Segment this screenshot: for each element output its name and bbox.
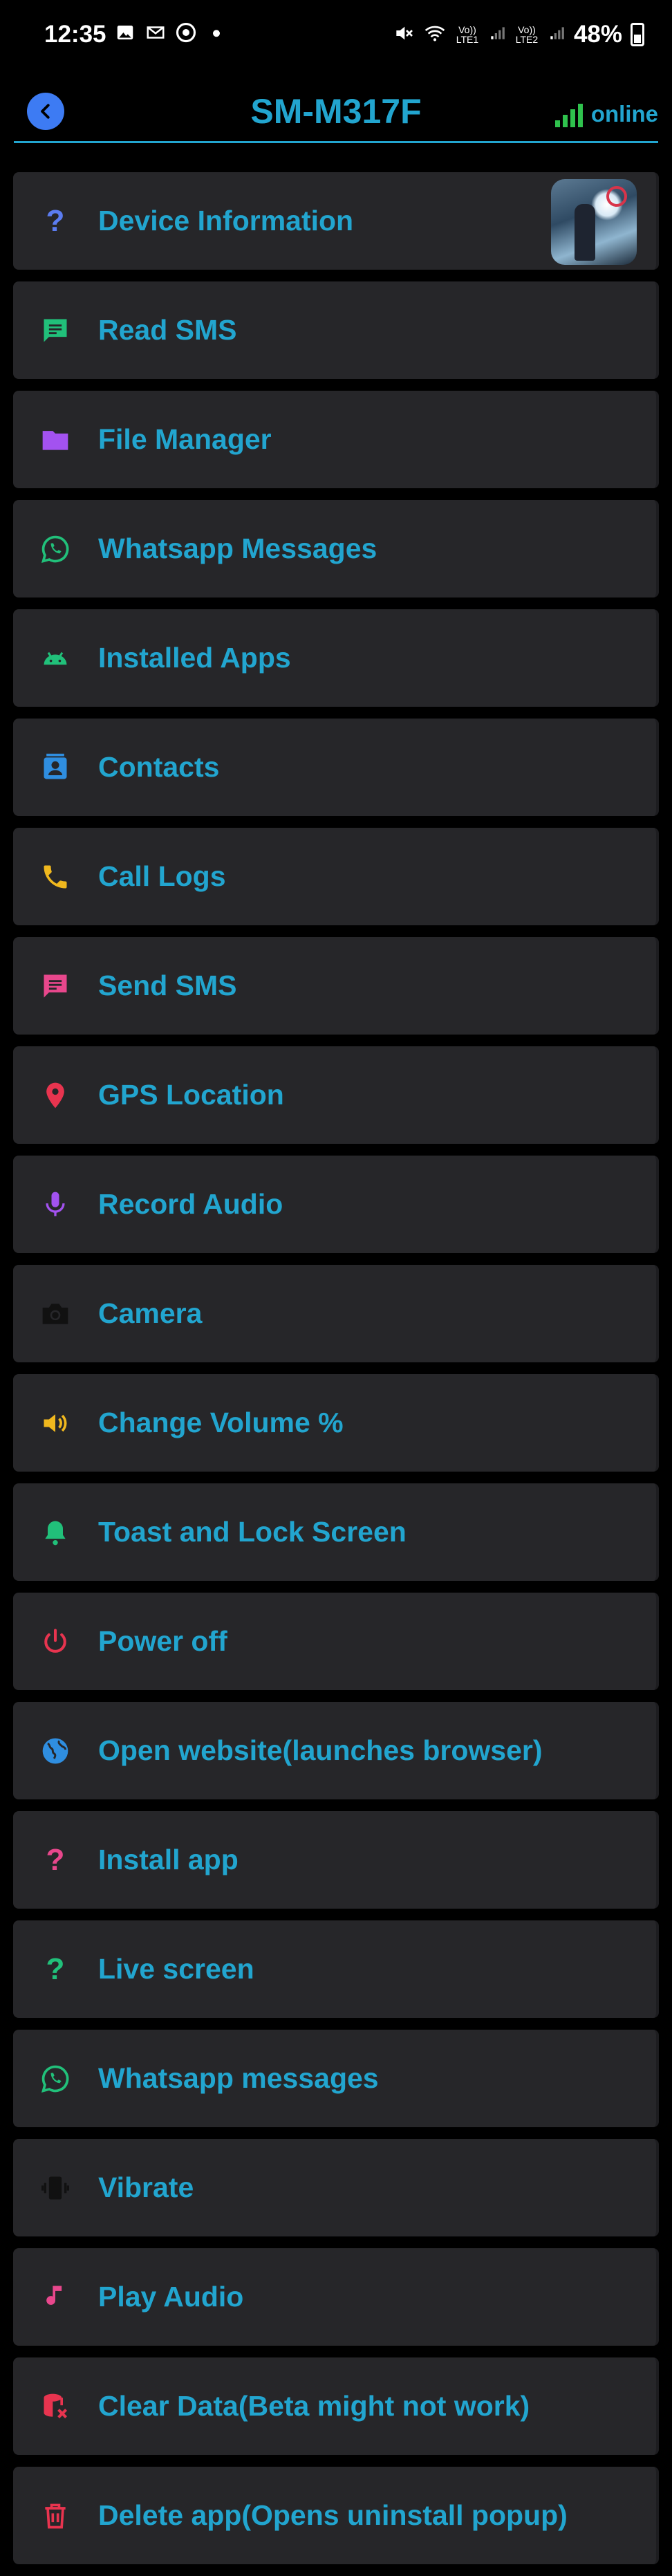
question-icon: ? xyxy=(46,203,65,238)
menu-item-gps-location[interactable]: GPS Location xyxy=(13,1046,659,1144)
menu-item-label: Camera xyxy=(98,1297,203,1329)
menu-item-label: File Manager xyxy=(98,423,272,455)
menu-item-label: Toast and Lock Screen xyxy=(98,1516,407,1548)
menu-item-label: Record Audio xyxy=(98,1188,283,1220)
chrome-icon xyxy=(176,22,196,43)
menu-item-label: Call Logs xyxy=(98,860,226,892)
chat-icon xyxy=(38,969,73,1003)
status-bar: 12:35 Vo)) LTE1 Vo)) LTE2 48% xyxy=(0,0,672,72)
menu-item-label: Delete app(Opens uninstall popup) xyxy=(98,2499,568,2531)
signal-sim1-icon xyxy=(488,23,506,47)
menu-item-label: Change Volume % xyxy=(98,1407,344,1438)
globe-icon xyxy=(38,1734,73,1768)
menu-item-label: Vibrate xyxy=(98,2171,194,2203)
menu-item-label: Contacts xyxy=(98,751,220,783)
header-divider xyxy=(14,141,658,143)
menu-item-label: Live screen xyxy=(98,1953,254,1985)
status-time: 12:35 xyxy=(44,21,106,48)
database-remove-icon xyxy=(38,2389,73,2424)
menu-item-label: Whatsapp messages xyxy=(98,2062,379,2094)
menu-item-label: Open website(launches browser) xyxy=(98,1734,543,1766)
menu-item-label: Whatsapp Messages xyxy=(98,532,377,564)
menu-item-whatsapp-messages[interactable]: Whatsapp Messages xyxy=(13,500,659,597)
android-icon xyxy=(38,641,73,676)
menu-item-change-volume[interactable]: Change Volume % xyxy=(13,1374,659,1472)
app-header: SM-M317F online xyxy=(0,72,672,145)
location-pin-icon xyxy=(38,1078,73,1113)
vibrate-icon xyxy=(38,2171,73,2205)
gmail-icon xyxy=(145,22,166,43)
connection-status: online xyxy=(554,101,658,127)
menu-item-play-audio[interactable]: Play Audio xyxy=(13,2248,659,2346)
menu-item-contacts[interactable]: Contacts xyxy=(13,719,659,816)
menu-item-device-information[interactable]: ? Device Information xyxy=(13,172,659,270)
signal-sim2-icon xyxy=(548,23,566,47)
image-icon xyxy=(115,22,136,43)
menu-item-toast-lock-screen[interactable]: Toast and Lock Screen xyxy=(13,1483,659,1581)
microphone-icon xyxy=(38,1187,73,1222)
system-icons: Vo)) LTE1 Vo)) LTE2 48% xyxy=(393,21,644,48)
menu-item-send-sms[interactable]: Send SMS xyxy=(13,937,659,1035)
menu-item-clear-data[interactable]: Clear Data(Beta might not work) xyxy=(13,2357,659,2455)
menu-item-camera[interactable]: Camera xyxy=(13,1265,659,1362)
menu-item-vibrate[interactable]: Vibrate xyxy=(13,2139,659,2236)
menu-item-delete-app[interactable]: Delete app(Opens uninstall popup) xyxy=(13,2467,659,2564)
bell-icon xyxy=(38,1515,73,1550)
menu-item-label: Installed Apps xyxy=(98,642,291,674)
music-note-icon xyxy=(38,2280,73,2315)
menu-item-label: Read SMS xyxy=(98,314,237,346)
menu-item-label: Device Information xyxy=(98,205,354,237)
menu-item-label: Play Audio xyxy=(98,2281,244,2313)
menu-item-open-website[interactable]: Open website(launches browser) xyxy=(13,1702,659,1799)
menu-item-installed-apps[interactable]: Installed Apps xyxy=(13,609,659,707)
folder-icon xyxy=(38,423,73,457)
battery-icon xyxy=(631,23,644,46)
dot-icon xyxy=(206,22,227,43)
menu-item-install-app[interactable]: ? Install app xyxy=(13,1811,659,1909)
menu-item-label: Install app xyxy=(98,1844,239,1875)
device-avatar xyxy=(551,179,637,265)
menu-item-record-audio[interactable]: Record Audio xyxy=(13,1156,659,1253)
battery-percent: 48% xyxy=(573,21,622,48)
menu-item-read-sms[interactable]: Read SMS xyxy=(13,281,659,379)
volte1-label: Vo)) LTE1 xyxy=(456,24,479,45)
menu-item-live-screen[interactable]: ? Live screen xyxy=(13,1920,659,2018)
menu-item-file-manager[interactable]: File Manager xyxy=(13,391,659,488)
mute-icon xyxy=(393,22,415,48)
signal-bars-icon xyxy=(554,104,583,127)
wifi-icon xyxy=(423,22,447,48)
volte2-label: Vo)) LTE2 xyxy=(515,24,539,45)
contacts-icon xyxy=(38,750,73,785)
question-icon: ? xyxy=(46,1842,65,1877)
menu-item-power-off[interactable]: Power off xyxy=(13,1593,659,1690)
notification-icons xyxy=(115,22,227,43)
whatsapp-icon xyxy=(38,532,73,566)
trash-icon xyxy=(38,2499,73,2533)
volume-icon xyxy=(38,1406,73,1440)
menu-item-label: Send SMS xyxy=(98,970,237,1001)
menu-item-call-logs[interactable]: Call Logs xyxy=(13,828,659,925)
whatsapp-icon xyxy=(38,2061,73,2096)
menu-item-label: Clear Data(Beta might not work) xyxy=(98,2390,530,2422)
command-menu: ? Device Information Read SMS File Manag… xyxy=(13,172,659,2576)
phone-icon xyxy=(38,860,73,894)
menu-item-label: GPS Location xyxy=(98,1079,284,1111)
camera-icon xyxy=(38,1297,73,1331)
message-icon xyxy=(38,313,73,348)
question-icon: ? xyxy=(46,1952,65,1986)
menu-item-label: Power off xyxy=(98,1625,227,1657)
power-icon xyxy=(38,1624,73,1659)
online-label: online xyxy=(590,101,658,127)
menu-item-whatsapp-messages-2[interactable]: Whatsapp messages xyxy=(13,2030,659,2127)
